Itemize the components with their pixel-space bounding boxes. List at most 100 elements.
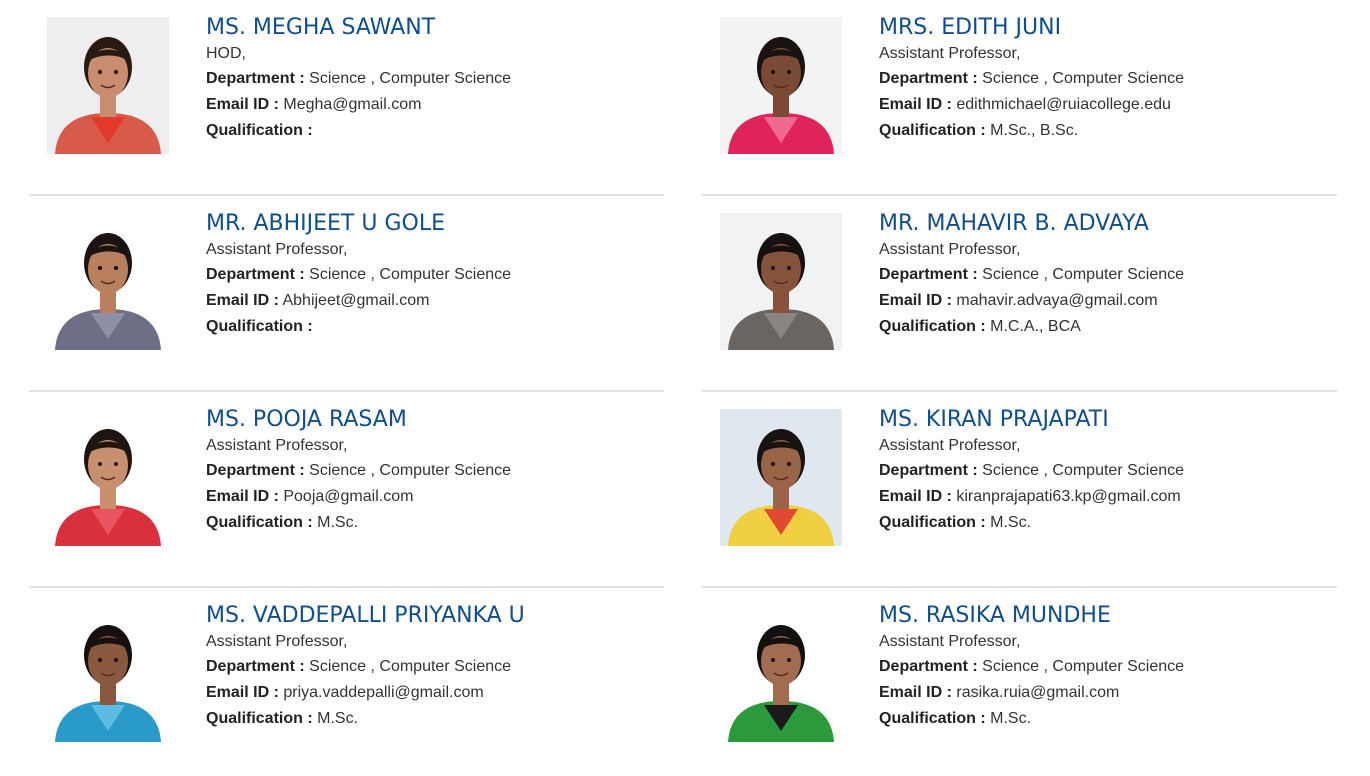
portrait-image	[720, 213, 842, 350]
faculty-department: Department : Science , Computer Science	[879, 654, 1319, 680]
faculty-department: Department : Science , Computer Science	[879, 262, 1319, 288]
portrait-eye	[771, 658, 775, 662]
qualification-value: M.Sc.	[990, 710, 1032, 727]
portrait-image	[47, 605, 169, 742]
email-label: Email ID :	[206, 96, 279, 113]
faculty-email: Email ID : Abhijeet@gmail.com	[206, 288, 646, 314]
email-value[interactable]: kiranprajapati63.kp@gmail.com	[956, 488, 1180, 505]
email-value[interactable]: Pooja@gmail.com	[283, 488, 413, 505]
email-label: Email ID :	[879, 292, 952, 309]
portrait-image	[720, 409, 842, 546]
faculty-card: MS. MEGHA SAWANT HOD, Department : Scien…	[29, 0, 664, 196]
faculty-qualification: Qualification : M.Sc., B.Sc.	[879, 118, 1319, 144]
faculty-card: MR. MAHAVIR B. ADVAYA Assistant Professo…	[702, 196, 1337, 392]
faculty-qualification: Qualification : M.Sc.	[879, 706, 1319, 732]
faculty-email: Email ID : mahavir.advaya@gmail.com	[879, 288, 1319, 314]
faculty-qualification: Qualification :	[206, 118, 646, 144]
portrait-neck	[100, 291, 116, 313]
department-label: Department :	[206, 266, 305, 283]
faculty-department: Department : Science , Computer Science	[206, 66, 646, 92]
department-value: Science , Computer Science	[982, 462, 1185, 479]
faculty-photo	[47, 605, 169, 742]
faculty-info: MS. KIRAN PRAJAPATI Assistant Professor,…	[879, 406, 1319, 536]
faculty-qualification: Qualification : M.Sc.	[879, 510, 1319, 536]
faculty-photo	[47, 409, 169, 546]
portrait-image	[47, 17, 169, 154]
portrait-eye	[771, 462, 775, 466]
faculty-name: MS. VADDEPALLI PRIYANKA U	[206, 603, 525, 628]
faculty-info: MR. ABHIJEET U GOLE Assistant Professor,…	[206, 210, 646, 340]
portrait-eye	[787, 658, 791, 662]
portrait-eye	[98, 266, 102, 270]
portrait-neck	[100, 487, 116, 509]
faculty-card: MS. KIRAN PRAJAPATI Assistant Professor,…	[702, 392, 1337, 588]
faculty-department: Department : Science , Computer Science	[206, 458, 646, 484]
faculty-role: Assistant Professor,	[206, 241, 348, 258]
portrait-eye	[787, 462, 791, 466]
faculty-email: Email ID : priya.vaddepalli@gmail.com	[206, 680, 646, 706]
portrait-eye	[114, 70, 118, 74]
faculty-info: MS. MEGHA SAWANT HOD, Department : Scien…	[206, 14, 646, 144]
faculty-info: MRS. EDITH JUNI Assistant Professor, Dep…	[879, 14, 1319, 144]
faculty-qualification: Qualification : M.C.A., BCA	[879, 314, 1319, 340]
qualification-value: M.Sc., B.Sc.	[990, 122, 1079, 139]
department-label: Department :	[206, 462, 305, 479]
portrait-image	[720, 17, 842, 154]
faculty-info: MS. POOJA RASAM Assistant Professor, Dep…	[206, 406, 646, 536]
email-value[interactable]: Megha@gmail.com	[283, 96, 421, 113]
email-value[interactable]: edithmichael@ruiacollege.edu	[956, 96, 1171, 113]
qualification-label: Qualification :	[206, 318, 313, 335]
portrait-eye	[98, 70, 102, 74]
faculty-photo	[720, 409, 842, 546]
qualification-label: Qualification :	[879, 122, 986, 139]
department-label: Department :	[879, 462, 978, 479]
faculty-name: MS. RASIKA MUNDHE	[879, 603, 1111, 628]
qualification-label: Qualification :	[206, 122, 313, 139]
qualification-label: Qualification :	[206, 710, 313, 727]
faculty-qualification: Qualification : M.Sc.	[206, 510, 646, 536]
faculty-photo	[720, 605, 842, 742]
portrait-eye	[771, 70, 775, 74]
portrait-eye	[771, 266, 775, 270]
faculty-name: MS. KIRAN PRAJAPATI	[879, 407, 1109, 432]
department-label: Department :	[879, 658, 978, 675]
email-value[interactable]: mahavir.advaya@gmail.com	[956, 292, 1157, 309]
faculty-card: MS. RASIKA MUNDHE Assistant Professor, D…	[702, 588, 1337, 776]
email-label: Email ID :	[206, 684, 279, 701]
qualification-label: Qualification :	[879, 514, 986, 531]
faculty-email: Email ID : Pooja@gmail.com	[206, 484, 646, 510]
portrait-eye	[98, 462, 102, 466]
faculty-info: MS. VADDEPALLI PRIYANKA U Assistant Prof…	[206, 602, 646, 732]
email-label: Email ID :	[879, 488, 952, 505]
email-label: Email ID :	[206, 292, 279, 309]
faculty-role: Assistant Professor,	[879, 633, 1021, 650]
portrait-image	[47, 409, 169, 546]
email-value[interactable]: rasika.ruia@gmail.com	[956, 684, 1119, 701]
portrait-neck	[773, 95, 789, 117]
portrait-neck	[773, 683, 789, 705]
portrait-eye	[114, 266, 118, 270]
portrait-eye	[787, 70, 791, 74]
qualification-value: M.Sc.	[317, 710, 359, 727]
faculty-name: MS. MEGHA SAWANT	[206, 15, 436, 40]
faculty-card: MS. POOJA RASAM Assistant Professor, Dep…	[29, 392, 664, 588]
faculty-role: Assistant Professor,	[206, 437, 348, 454]
portrait-image	[47, 213, 169, 350]
faculty-name: MR. MAHAVIR B. ADVAYA	[879, 211, 1149, 236]
department-label: Department :	[879, 70, 978, 87]
department-value: Science , Computer Science	[309, 70, 512, 87]
department-value: Science , Computer Science	[982, 70, 1185, 87]
faculty-role: Assistant Professor,	[206, 633, 348, 650]
department-label: Department :	[206, 658, 305, 675]
email-value[interactable]: priya.vaddepalli@gmail.com	[283, 684, 483, 701]
email-label: Email ID :	[879, 96, 952, 113]
faculty-info: MS. RASIKA MUNDHE Assistant Professor, D…	[879, 602, 1319, 732]
faculty-name: MRS. EDITH JUNI	[879, 15, 1062, 40]
portrait-eye	[114, 658, 118, 662]
faculty-role: HOD,	[206, 45, 246, 62]
qualification-label: Qualification :	[879, 318, 986, 335]
faculty-card: MRS. EDITH JUNI Assistant Professor, Dep…	[702, 0, 1337, 196]
email-value[interactable]: Abhijeet@gmail.com	[282, 292, 429, 309]
faculty-photo	[720, 17, 842, 154]
portrait-neck	[773, 291, 789, 313]
